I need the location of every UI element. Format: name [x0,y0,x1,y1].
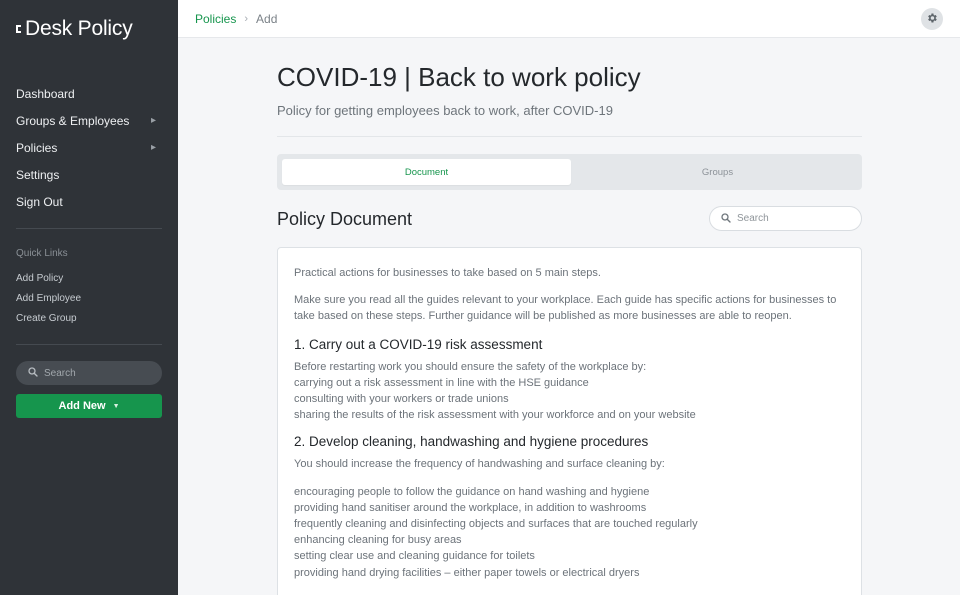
header-divider [277,136,862,137]
sidebar-item-label: Sign Out [16,194,63,209]
tab-groups[interactable]: Groups [573,159,862,185]
caret-down-icon: ▼ [112,402,120,410]
document-line: frequently cleaning and disinfecting obj… [294,518,698,531]
tab-bar: Document Groups [277,154,862,190]
search-icon [721,210,731,228]
document-paragraph: Practical actions for businesses to take… [294,267,601,279]
sidebar-search[interactable] [16,361,162,385]
section-title: Policy Document [277,209,413,229]
gear-icon [926,12,938,27]
document-line: carrying out a risk assessment in line w… [294,376,589,389]
document-line: You should increase the frequency of han… [294,458,665,471]
page-title: COVID-19 | Back to work policy [277,62,641,92]
tab-document[interactable]: Document [282,159,571,185]
sidebar-divider [16,228,162,229]
document-search[interactable] [709,206,862,231]
brand-name: Desk Policy [25,17,133,40]
sidebar-item-label: Groups & Employees [16,113,130,128]
top-bar: Policies › Add [178,0,960,38]
logo-mark-icon [16,22,24,36]
breadcrumb-policies-link[interactable]: Policies [195,12,236,26]
sidebar-item-label: Policies [16,140,58,155]
quick-links-list: Add Policy Add Employee Create Group [16,272,81,332]
sidebar-search-input[interactable] [44,367,144,379]
quick-link-create-group[interactable]: Create Group [16,312,81,332]
settings-button[interactable] [921,8,943,30]
sidebar-nav: Dashboard Groups & Employees ▸ Policies … [0,80,178,215]
document-paragraph: Make sure you read all the guides releva… [294,294,837,323]
page-subtitle: Policy for getting employees back to wor… [277,103,613,118]
document-line: providing hand drying facilities – eithe… [294,566,640,579]
section-heading: 2. Develop cleaning, handwashing and hyg… [294,434,649,450]
quick-links-title: Quick Links [16,248,68,259]
breadcrumb-separator-icon: › [244,12,249,25]
quick-link-add-employee[interactable]: Add Employee [16,292,81,312]
sidebar-item-groups-employees[interactable]: Groups & Employees ▸ [0,107,178,134]
breadcrumb: Policies › Add [195,12,277,26]
sidebar-item-label: Settings [16,167,60,182]
add-new-label: Add New [58,400,106,412]
chevron-right-icon: ▸ [150,142,156,153]
document-line: Before restarting work you should ensure… [294,360,647,373]
sidebar-divider [16,344,162,345]
search-icon [28,364,38,382]
sidebar-item-settings[interactable]: Settings [0,161,178,188]
breadcrumb-current: Add [256,11,278,26]
quick-link-add-policy[interactable]: Add Policy [16,272,81,292]
document-line: sharing the results of the risk assessme… [294,409,696,422]
sidebar: Desk Policy Dashboard Groups & Employees… [0,0,178,595]
brand-logo[interactable]: Desk Policy [16,17,133,41]
sidebar-item-policies[interactable]: Policies ▸ [0,134,178,161]
add-new-button[interactable]: Add New ▼ [16,394,162,418]
chevron-right-icon: ▸ [150,115,156,126]
sidebar-item-label: Dashboard [16,86,75,101]
section-heading: 1. Carry out a COVID-19 risk assessment [294,336,543,352]
document-line: consulting with your workers or trade un… [294,393,509,406]
document-line: providing hand sanitiser around the work… [294,501,647,514]
policy-document[interactable]: Practical actions for businesses to take… [277,247,862,595]
document-line: encouraging people to follow the guidanc… [294,485,650,498]
document-search-input[interactable] [737,213,837,224]
sidebar-item-dashboard[interactable]: Dashboard [0,80,178,107]
sidebar-item-sign-out[interactable]: Sign Out [0,188,178,215]
document-line: enhancing cleaning for busy areas [294,534,462,547]
document-line: setting clear use and cleaning guidance … [294,550,535,563]
